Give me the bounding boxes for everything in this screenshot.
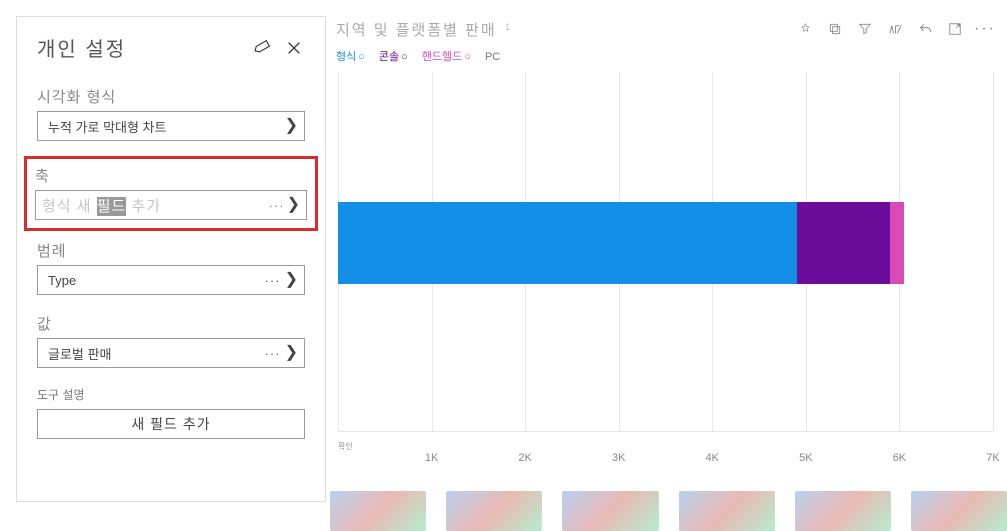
- spotlight-icon[interactable]: [887, 21, 903, 37]
- filter-icon[interactable]: [857, 21, 873, 37]
- undo-icon[interactable]: [917, 21, 933, 37]
- stacked-bar[interactable]: [338, 202, 993, 284]
- chart-visual: 지역 및 플랫폼별 판매 1: [332, 16, 997, 521]
- chevron-right-icon: ❯: [287, 197, 300, 213]
- x-tick: 7K: [986, 452, 999, 464]
- focus-icon[interactable]: [947, 21, 963, 37]
- x-tick: 5K: [799, 452, 812, 464]
- visual-toolbar: ···: [797, 21, 993, 37]
- legend-item[interactable]: 형식○: [336, 48, 365, 64]
- ellipsis-icon: ···: [269, 198, 285, 213]
- x-tick: 4K: [706, 452, 719, 464]
- chart-title: 지역 및 플랫폼별 판매: [336, 22, 497, 39]
- chevron-right-icon: ❯: [285, 118, 298, 134]
- values-label: 값: [37, 313, 305, 334]
- x-tick: 3K: [612, 452, 625, 464]
- bar-segment[interactable]: [890, 202, 904, 284]
- tooltip-label: 도구 설명: [37, 386, 305, 403]
- copy-icon[interactable]: [827, 21, 843, 37]
- axis-placeholder: 형식 새 필드 추가: [42, 195, 269, 216]
- chevron-right-icon: ❯: [285, 345, 298, 361]
- bar-segment[interactable]: [338, 202, 797, 284]
- legend-item[interactable]: 핸드헬드○: [422, 48, 471, 64]
- chart-legend: 형식○ 콘솔○ 핸드헬드○ PC: [332, 42, 997, 66]
- chevron-right-icon: ❯: [285, 272, 298, 288]
- legend-label: 범례: [37, 240, 305, 261]
- axis-highlight: 축 형식 새 필드 추가 ··· ❯: [27, 159, 315, 228]
- legend-value: Type: [48, 273, 265, 288]
- viz-type-value: 누적 가로 막대형 차트: [48, 117, 285, 136]
- personalize-panel: 개인 설정 시각화 형식 누적 가로 막대형 차트 ❯: [16, 16, 326, 502]
- legend-item[interactable]: 콘솔○: [379, 48, 408, 64]
- x-tick: 2K: [518, 452, 531, 464]
- axis-field-well[interactable]: 형식 새 필드 추가 ··· ❯: [35, 190, 307, 220]
- add-field-button[interactable]: 새 필드 추가: [37, 409, 305, 439]
- chart-plot-area[interactable]: [338, 72, 993, 432]
- ellipsis-icon: ···: [265, 273, 281, 288]
- values-value: 글로벌 판매: [48, 344, 265, 363]
- close-icon[interactable]: [283, 37, 305, 59]
- legend-item[interactable]: PC: [485, 51, 500, 63]
- bar-segment[interactable]: [797, 202, 891, 284]
- x-tick: 1K: [425, 452, 438, 464]
- eraser-icon[interactable]: [251, 37, 273, 59]
- axis-label: 축: [35, 165, 307, 186]
- more-icon[interactable]: ···: [977, 21, 993, 37]
- values-field-well[interactable]: 글로벌 판매 ··· ❯: [37, 338, 305, 368]
- legend-field-well[interactable]: Type ··· ❯: [37, 265, 305, 295]
- viz-type-dropdown[interactable]: 누적 가로 막대형 차트 ❯: [37, 111, 305, 141]
- pin-icon[interactable]: [797, 21, 813, 37]
- x-tick: 6K: [893, 452, 906, 464]
- axis-label-small: 확인: [338, 441, 353, 452]
- panel-title: 개인 설정: [37, 33, 126, 62]
- ellipsis-icon: ···: [265, 346, 281, 361]
- chart-title-sup: 1: [505, 22, 510, 32]
- viz-type-label: 시각화 형식: [37, 86, 305, 107]
